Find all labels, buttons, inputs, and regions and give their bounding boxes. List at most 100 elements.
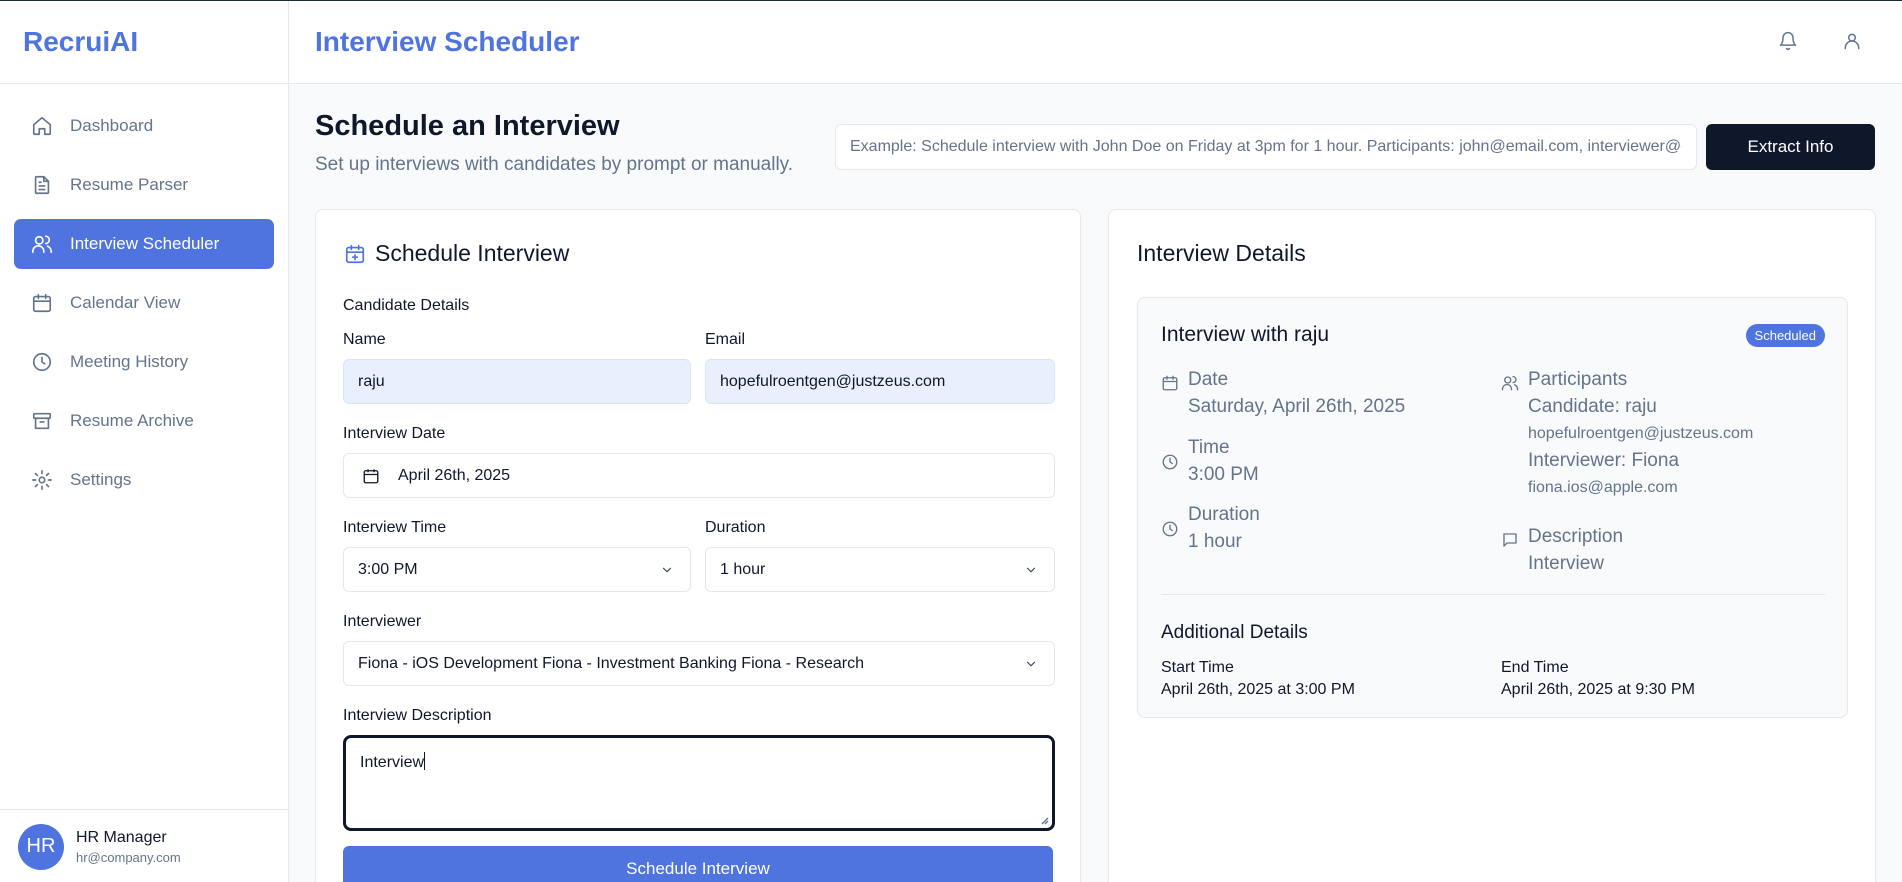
candidate-section-label: Candidate Details	[343, 297, 470, 314]
detail-participants: Participants Candidate: raju hopefulroen…	[1501, 367, 1753, 501]
duration-label: Duration	[1188, 504, 1260, 525]
sidebar-nav: Dashboard Resume Parser Interview Schedu…	[0, 84, 288, 505]
sidebar-item-label: Resume Parser	[70, 175, 189, 194]
description-value: Interview	[360, 754, 425, 771]
form-title: Schedule Interview	[375, 240, 570, 266]
date-label: Interview Date	[343, 425, 446, 442]
sidebar-item-resume-parser[interactable]: Resume Parser	[14, 160, 274, 210]
duration-value: 1 hour	[720, 560, 766, 578]
time-select[interactable]: 3:00 PM	[343, 547, 691, 592]
prompt-input[interactable]	[835, 124, 1697, 170]
clock-icon	[32, 352, 52, 372]
time-label: Time	[1188, 437, 1230, 458]
description-value: Interview	[1528, 553, 1605, 574]
sidebar-item-settings[interactable]: Settings	[14, 455, 274, 505]
archive-icon	[32, 412, 52, 430]
detail-description: Description Interview	[1501, 524, 1623, 578]
details-title: Interview Details	[1137, 240, 1306, 266]
section-title: Schedule an Interview	[315, 110, 620, 142]
home-icon	[32, 116, 52, 136]
user-profile[interactable]: HR HR Manager hr@company.com	[0, 809, 288, 882]
resize-handle-icon[interactable]	[1039, 815, 1049, 825]
date-value: April 26th, 2025	[398, 466, 511, 484]
sidebar-item-meeting-history[interactable]: Meeting History	[14, 337, 274, 387]
topbar: Interview Scheduler	[289, 1, 1902, 84]
clock-icon	[1162, 521, 1178, 537]
detail-time: Time 3:00 PM	[1161, 435, 1259, 489]
avatar: HR	[18, 823, 64, 870]
interviewer-select[interactable]: Fiona - iOS Development Fiona - Investme…	[343, 641, 1055, 686]
calendar-icon	[363, 468, 379, 483]
time-label: Interview Time	[343, 519, 447, 536]
sidebar-item-label: Meeting History	[70, 352, 189, 371]
chevron-down-icon	[662, 567, 672, 573]
bell-icon[interactable]	[1778, 31, 1798, 51]
sidebar-item-interview-scheduler[interactable]: Interview Scheduler	[14, 219, 274, 269]
interviewer-value: Fiona - iOS Development Fiona - Investme…	[358, 654, 865, 672]
users-icon	[32, 235, 52, 254]
calendar-icon	[1162, 375, 1178, 391]
brand-logo[interactable]: RecruiAI	[23, 26, 138, 58]
detail-date: Date Saturday, April 26th, 2025	[1161, 367, 1405, 421]
page-title: Interview Scheduler	[315, 26, 580, 57]
sidebar-item-resume-archive[interactable]: Resume Archive	[14, 396, 274, 446]
interviewer-line: Interviewer: Fiona	[1528, 450, 1680, 471]
topbar-actions	[1778, 31, 1862, 51]
sidebar-item-dashboard[interactable]: Dashboard	[14, 101, 274, 151]
interviewer-label: Interviewer	[343, 613, 422, 630]
user-email: hr@company.com	[76, 849, 181, 865]
divider	[1161, 594, 1825, 595]
status-badge: Scheduled	[1745, 324, 1825, 347]
time-value: 3:00 PM	[358, 560, 418, 578]
description-label: Interview Description	[343, 707, 492, 724]
description-label: Description	[1528, 526, 1624, 547]
sidebar-item-label: Settings	[70, 470, 132, 489]
message-icon	[1503, 533, 1517, 547]
additional-details-title: Additional Details	[1161, 622, 1308, 643]
email-field[interactable]: hopefulroentgen@justzeus.com	[705, 359, 1055, 404]
detail-duration: Duration 1 hour	[1161, 502, 1260, 556]
schedule-interview-button[interactable]: Schedule Interview	[343, 846, 1053, 882]
user-icon[interactable]	[1842, 31, 1862, 51]
duration-label: Duration	[705, 519, 766, 536]
file-text-icon	[34, 175, 50, 195]
candidate-email: hopefulroentgen@justzeus.com	[1528, 425, 1754, 442]
date-picker[interactable]: April 26th, 2025	[343, 453, 1055, 498]
description-textarea[interactable]: Interview	[343, 735, 1055, 831]
gear-icon	[32, 470, 52, 490]
interview-summary: Interview with raju Scheduled Date Satur…	[1137, 297, 1848, 718]
email-value: hopefulroentgen@justzeus.com	[720, 372, 946, 390]
sidebar: RecruiAI Dashboard Resume Parser Intervi…	[0, 1, 289, 882]
sidebar-item-label: Dashboard	[70, 116, 154, 135]
user-info: HR Manager hr@company.com	[76, 829, 181, 865]
interview-title: Interview with raju	[1161, 323, 1330, 346]
section-subtitle: Set up interviews with candidates by pro…	[315, 154, 794, 175]
extract-info-button[interactable]: Extract Info	[1706, 124, 1875, 170]
users-icon	[1501, 375, 1519, 391]
date-label: Date	[1188, 369, 1229, 390]
start-time-label: Start Time	[1161, 659, 1234, 676]
calendar-icon	[32, 293, 52, 313]
duration-select[interactable]: 1 hour	[705, 547, 1055, 592]
form-header: Schedule Interview	[344, 240, 569, 267]
calendar-plus-icon	[345, 244, 365, 263]
end-time-label: End Time	[1501, 659, 1569, 676]
text-caret	[424, 752, 426, 770]
time-value: 3:00 PM	[1188, 464, 1259, 485]
sidebar-item-label: Calendar View	[70, 293, 181, 312]
email-label: Email	[705, 331, 746, 348]
sidebar-item-calendar-view[interactable]: Calendar View	[14, 278, 274, 328]
name-field[interactable]: raju	[343, 359, 691, 404]
sidebar-item-label: Resume Archive	[70, 411, 194, 430]
sidebar-item-label: Interview Scheduler	[70, 234, 220, 253]
clock-icon	[1162, 454, 1178, 470]
end-time-value: April 26th, 2025 at 9:30 PM	[1501, 681, 1695, 698]
chevron-down-icon	[1026, 567, 1036, 573]
start-time-value: April 26th, 2025 at 3:00 PM	[1161, 681, 1355, 698]
main-content: Schedule an Interview Set up interviews …	[289, 84, 1902, 882]
chevron-down-icon	[1026, 661, 1036, 667]
participants-label: Participants	[1528, 369, 1628, 390]
brand-area: RecruiAI	[0, 1, 288, 84]
name-label: Name	[343, 331, 386, 348]
candidate-line: Candidate: raju	[1528, 396, 1657, 417]
